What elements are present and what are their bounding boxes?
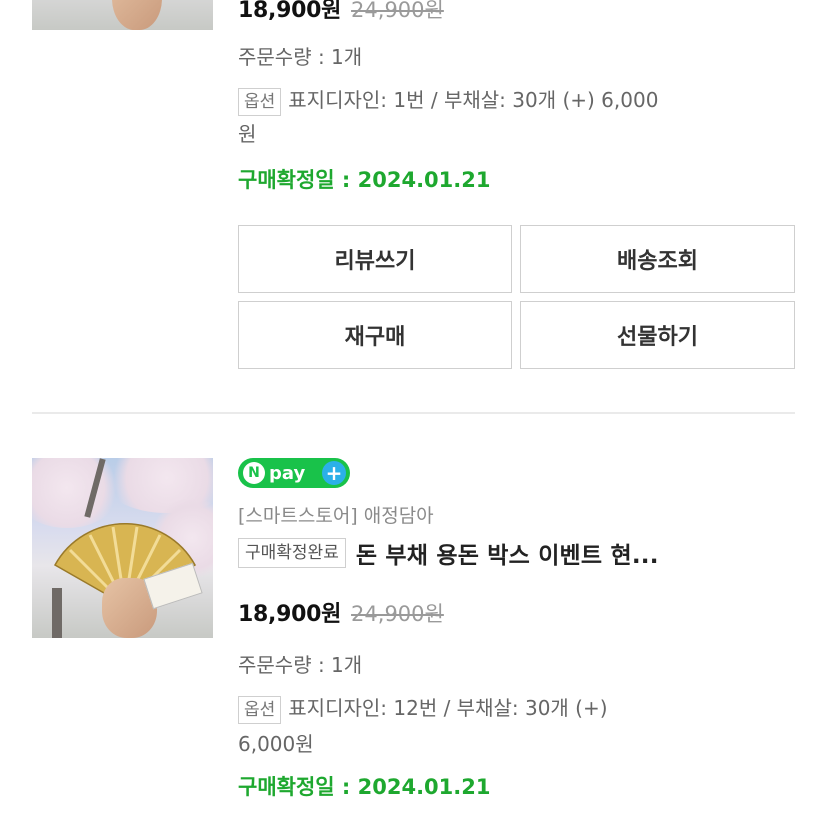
order-option: 옵션 표지디자인: 1번 / 부채살: 30개 (+) 6,000 원 xyxy=(238,83,798,151)
price-row-1: 18,900원 24,900원 xyxy=(238,0,444,24)
naverpay-label: pay xyxy=(269,462,306,484)
plus-icon: + xyxy=(322,461,346,485)
write-review-button[interactable]: 리뷰쓰기 xyxy=(238,225,512,293)
order-divider xyxy=(32,412,795,414)
option-text: 표지디자인: 12번 / 부채살: 30개 (+) xyxy=(288,696,608,720)
sale-price: 18,900원 xyxy=(238,0,342,23)
option-tag: 옵션 xyxy=(238,696,282,724)
order-quantity: 주문수량 : 1개 xyxy=(238,45,363,69)
option-text: 표지디자인: 1번 / 부채살: 30개 (+) 6,000 xyxy=(288,88,659,112)
status-badge: 구매확정완료 xyxy=(238,538,346,568)
option-text-cont: 6,000원 xyxy=(238,732,314,756)
product-title-row: 구매확정완료 돈 부채 용돈 박스 이벤트 현... xyxy=(238,536,659,570)
option-tag: 옵션 xyxy=(238,88,282,116)
original-price: 24,900원 xyxy=(351,602,444,626)
track-delivery-button[interactable]: 배송조회 xyxy=(520,225,795,293)
purchase-confirm-date: 구매확정일 : 2024.01.21 xyxy=(238,775,491,799)
product-thumbnail-1[interactable] xyxy=(32,0,213,30)
product-title[interactable]: 돈 부채 용돈 박스 이벤트 현... xyxy=(356,543,659,569)
purchase-confirm-date: 구매확정일 : 2024.01.21 xyxy=(238,168,491,192)
original-price: 24,900원 xyxy=(351,0,444,22)
price-row-2: 18,900원 24,900원 xyxy=(238,596,444,628)
order-option: 옵션 표지디자인: 12번 / 부채살: 30개 (+) 6,000원 xyxy=(238,690,798,762)
naverpay-n-icon: N xyxy=(243,462,265,484)
gift-button[interactable]: 선물하기 xyxy=(520,301,795,369)
order-quantity: 주문수량 : 1개 xyxy=(238,653,363,677)
store-name[interactable]: [스마트스토어] 애정담아 xyxy=(238,501,434,528)
reorder-button[interactable]: 재구매 xyxy=(238,301,512,369)
product-thumbnail-2[interactable] xyxy=(32,458,213,638)
naverpay-plus-badge: N pay + xyxy=(238,458,350,488)
option-text-cont: 원 xyxy=(238,122,257,146)
sale-price: 18,900원 xyxy=(238,602,342,627)
